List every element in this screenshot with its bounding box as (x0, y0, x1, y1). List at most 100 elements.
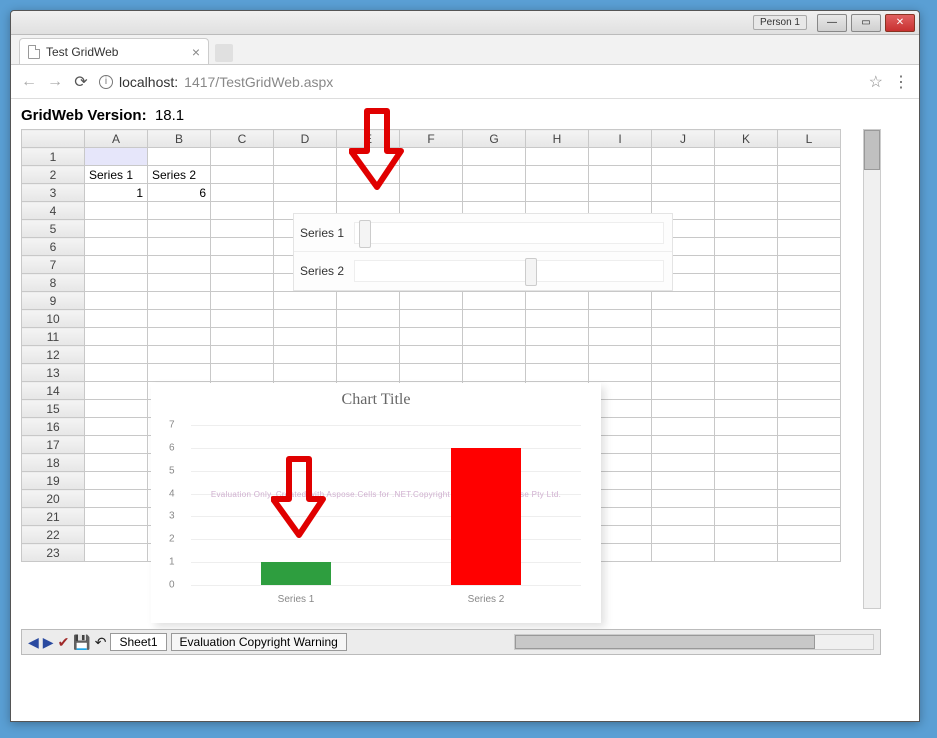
cell-K17[interactable] (715, 436, 778, 454)
row-header-21[interactable]: 21 (22, 508, 85, 526)
cell-A4[interactable] (85, 202, 148, 220)
horizontal-scrollbar[interactable] (514, 634, 874, 650)
row-header-6[interactable]: 6 (22, 238, 85, 256)
cell-K4[interactable] (715, 202, 778, 220)
cell-H3[interactable] (526, 184, 589, 202)
cell-C8[interactable] (211, 274, 274, 292)
cell-K2[interactable] (715, 166, 778, 184)
cell-A13[interactable] (85, 364, 148, 382)
cell-F3[interactable] (400, 184, 463, 202)
row-header-22[interactable]: 22 (22, 526, 85, 544)
cell-A20[interactable] (85, 490, 148, 508)
cell-J3[interactable] (652, 184, 715, 202)
slider-knob-2[interactable] (525, 258, 537, 286)
cell-B9[interactable] (148, 292, 211, 310)
row-header-7[interactable]: 7 (22, 256, 85, 274)
row-header-11[interactable]: 11 (22, 328, 85, 346)
cell-C7[interactable] (211, 256, 274, 274)
profile-badge[interactable]: Person 1 (753, 15, 807, 30)
cell-I3[interactable] (589, 184, 652, 202)
row-header-1[interactable]: 1 (22, 148, 85, 166)
cell-I11[interactable] (589, 328, 652, 346)
cell-K21[interactable] (715, 508, 778, 526)
cell-C12[interactable] (211, 346, 274, 364)
cell-L9[interactable] (778, 292, 841, 310)
cell-E3[interactable] (337, 184, 400, 202)
back-button[interactable]: ← (21, 73, 37, 91)
url-field[interactable]: i localhost:1417/TestGridWeb.aspx (99, 74, 859, 90)
cell-F9[interactable] (400, 292, 463, 310)
cell-F11[interactable] (400, 328, 463, 346)
scrollbar-thumb[interactable] (864, 130, 880, 170)
sheet-tab[interactable]: Sheet1 (110, 633, 166, 651)
cell-A16[interactable] (85, 418, 148, 436)
col-header-D[interactable]: D (274, 130, 337, 148)
slider-track-1[interactable] (354, 222, 664, 244)
forward-button[interactable]: → (47, 73, 63, 91)
maximize-button[interactable]: ▭ (851, 14, 881, 32)
cell-K11[interactable] (715, 328, 778, 346)
cell-L14[interactable] (778, 382, 841, 400)
cell-H1[interactable] (526, 148, 589, 166)
cell-K15[interactable] (715, 400, 778, 418)
cell-L1[interactable] (778, 148, 841, 166)
row-header-16[interactable]: 16 (22, 418, 85, 436)
cell-G11[interactable] (463, 328, 526, 346)
cell-B1[interactable] (148, 148, 211, 166)
cell-K20[interactable] (715, 490, 778, 508)
cell-K3[interactable] (715, 184, 778, 202)
new-tab-button[interactable] (215, 44, 233, 62)
menu-icon[interactable]: ⋮ (893, 72, 909, 92)
cell-A19[interactable] (85, 472, 148, 490)
cell-B11[interactable] (148, 328, 211, 346)
cell-K18[interactable] (715, 454, 778, 472)
cell-A10[interactable] (85, 310, 148, 328)
cell-L10[interactable] (778, 310, 841, 328)
cell-F10[interactable] (400, 310, 463, 328)
cell-G1[interactable] (463, 148, 526, 166)
cell-A17[interactable] (85, 436, 148, 454)
cell-L3[interactable] (778, 184, 841, 202)
col-header-I[interactable]: I (589, 130, 652, 148)
cell-A21[interactable] (85, 508, 148, 526)
cell-L13[interactable] (778, 364, 841, 382)
cell-B7[interactable] (148, 256, 211, 274)
slider-track-2[interactable] (354, 260, 664, 282)
cell-E10[interactable] (337, 310, 400, 328)
cell-L4[interactable] (778, 202, 841, 220)
cell-A11[interactable] (85, 328, 148, 346)
cell-L8[interactable] (778, 274, 841, 292)
cell-F13[interactable] (400, 364, 463, 382)
cell-L16[interactable] (778, 418, 841, 436)
cell-K10[interactable] (715, 310, 778, 328)
cell-H10[interactable] (526, 310, 589, 328)
cell-C13[interactable] (211, 364, 274, 382)
col-header-C[interactable]: C (211, 130, 274, 148)
cell-H13[interactable] (526, 364, 589, 382)
slider-knob-1[interactable] (359, 220, 371, 248)
col-header-J[interactable]: J (652, 130, 715, 148)
cell-J13[interactable] (652, 364, 715, 382)
cell-J18[interactable] (652, 454, 715, 472)
cell-G13[interactable] (463, 364, 526, 382)
cell-L21[interactable] (778, 508, 841, 526)
reload-button[interactable]: ⟳ (73, 72, 89, 92)
cell-A23[interactable] (85, 544, 148, 562)
next-sheet-icon[interactable]: ▶ (43, 634, 54, 651)
browser-tab[interactable]: Test GridWeb × (19, 38, 209, 64)
cell-F12[interactable] (400, 346, 463, 364)
cell-C6[interactable] (211, 238, 274, 256)
cell-J22[interactable] (652, 526, 715, 544)
cell-K12[interactable] (715, 346, 778, 364)
cell-A5[interactable] (85, 220, 148, 238)
cell-D10[interactable] (274, 310, 337, 328)
cell-I2[interactable] (589, 166, 652, 184)
cell-F2[interactable] (400, 166, 463, 184)
col-header-H[interactable]: H (526, 130, 589, 148)
cell-B5[interactable] (148, 220, 211, 238)
cell-E13[interactable] (337, 364, 400, 382)
cell-K6[interactable] (715, 238, 778, 256)
cell-C10[interactable] (211, 310, 274, 328)
cell-C5[interactable] (211, 220, 274, 238)
spreadsheet-grid[interactable]: ABCDEFGHIJKL12Series 1Series 23164567891… (21, 129, 881, 659)
